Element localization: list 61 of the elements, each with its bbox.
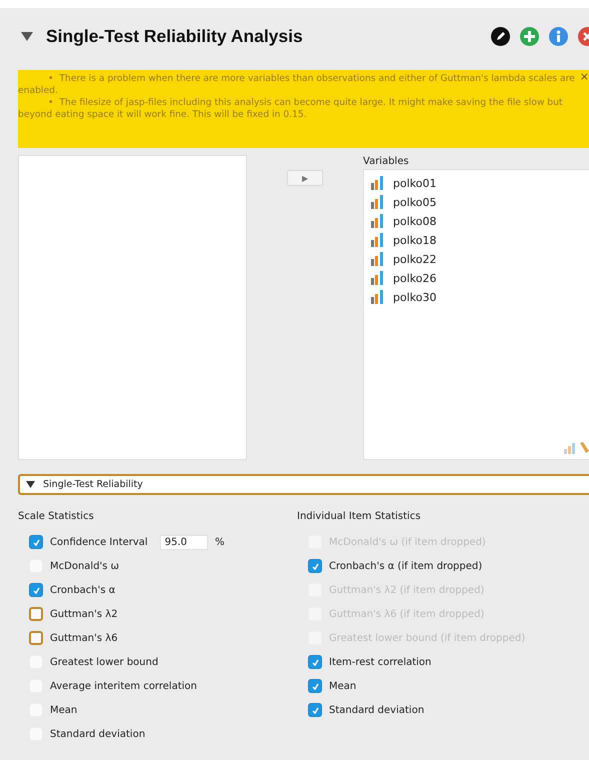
checkmark-icon: [310, 706, 320, 714]
checkbox[interactable]: [29, 535, 43, 549]
option-label: Mean: [50, 704, 78, 716]
variable-item[interactable]: polko30: [393, 290, 436, 304]
confidence-input-field[interactable]: 95.0: [160, 534, 208, 550]
scale-variable-icon: [371, 176, 385, 190]
scale-variable-icon: [371, 195, 385, 210]
percent-label: %: [214, 536, 224, 548]
warning-text: • The filesize of jasp-files including this analysis can become quite large. It might make saving the file slow but beyond eating space it will work fine. This will be fixed in 0.15.: [18, 97, 564, 121]
variable-item[interactable]: polko26: [393, 272, 436, 285]
option-label: Standard deviation: [50, 728, 146, 740]
group-heading: Individual Item Statistics: [297, 511, 422, 524]
checkmark-icon: [32, 586, 40, 594]
option-label: Average interitem correlation: [50, 680, 197, 692]
variable-item[interactable]: polko05: [393, 196, 436, 209]
checkbox[interactable]: [308, 703, 322, 717]
group-heading: Scale Statistics: [18, 511, 95, 524]
variable-item[interactable]: polko08: [393, 214, 436, 228]
checkmark-icon: [310, 658, 320, 666]
variable-item[interactable]: polko22: [393, 252, 436, 266]
variables-list[interactable]: polko01 polko05 polko08 polko18 polko22 polko26 polko30: [363, 168, 589, 460]
pencil-icon: [579, 442, 589, 454]
checkbox[interactable]: [29, 583, 43, 597]
close-warning-button[interactable]: ×: [580, 70, 589, 83]
close-icon[interactable]: [578, 26, 589, 46]
checkmark-icon: [310, 682, 320, 690]
checkbox[interactable]: [308, 559, 322, 573]
option-label: McDonald's ω: [50, 560, 120, 572]
collapse-triangle-icon[interactable]: [21, 30, 33, 42]
option-label: Guttman's λ2: [50, 608, 118, 620]
option-label: Cronbach's α (if item dropped): [329, 560, 482, 572]
section-header[interactable]: Single-Test Reliability: [18, 474, 589, 495]
scale-type-icon: [564, 443, 576, 454]
add-icon[interactable]: [520, 26, 539, 46]
checkbox[interactable]: [29, 607, 43, 621]
scale-variable-icon: [371, 290, 385, 304]
scale-variable-icon: [371, 271, 385, 286]
warning-text: • There is a problem when there are more variables than observations and either of Guttman's lambda scales are enabled.: [18, 73, 576, 97]
info-icon[interactable]: [549, 26, 568, 46]
analysis-title: Single-Test Reliability Analysis: [46, 26, 304, 46]
option-label: Mean: [329, 680, 356, 692]
checkbox[interactable]: [308, 655, 322, 669]
collapse-triangle-icon[interactable]: [26, 480, 35, 489]
option-label: Cronbach's α: [50, 584, 116, 596]
scale-variable-icon: [371, 214, 385, 228]
option-label: Standard deviation: [329, 704, 424, 716]
variable-item[interactable]: polko18: [393, 234, 436, 247]
variable-item[interactable]: polko01: [393, 176, 436, 190]
option-label: Guttman's λ6: [50, 632, 118, 644]
checkmark-icon: [310, 562, 320, 570]
edit-icon[interactable]: [491, 26, 510, 46]
option-label: Confidence Interval: [50, 536, 148, 548]
option-label: Item-rest correlation: [329, 656, 432, 668]
checkmark-icon: [32, 538, 40, 546]
scale-variable-icon: [371, 252, 385, 266]
move-button[interactable]: ▶: [287, 170, 323, 186]
variables-label: Variables: [363, 156, 410, 169]
checkbox[interactable]: [29, 631, 43, 645]
option-label: Greatest lower bound: [50, 656, 158, 668]
scale-variable-icon: [371, 233, 385, 248]
checkbox[interactable]: [308, 679, 322, 693]
